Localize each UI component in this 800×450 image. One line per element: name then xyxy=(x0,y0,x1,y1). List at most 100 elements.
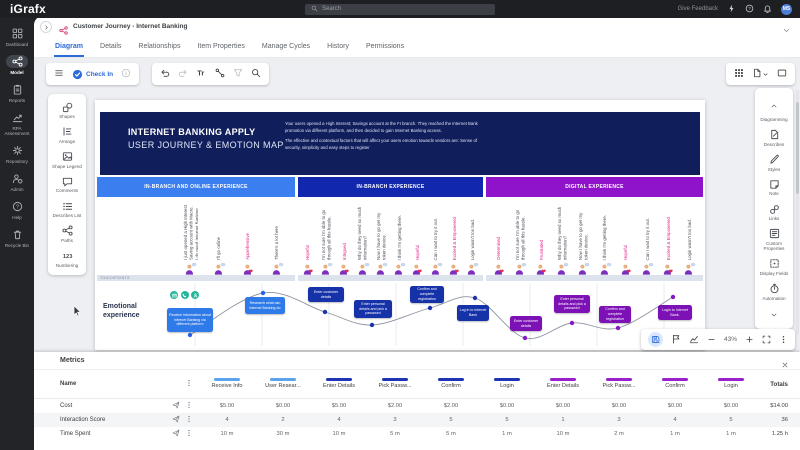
grid-view-button[interactable] xyxy=(734,65,744,83)
collapse-panel-button[interactable] xyxy=(40,21,52,33)
tab-item-properties[interactable]: Item Properties xyxy=(196,38,245,57)
zoom-level[interactable]: 43% xyxy=(724,336,737,343)
tab-relationships[interactable]: Relationships xyxy=(137,38,181,57)
panel-item-describes-list[interactable]: Describes List xyxy=(48,197,86,222)
metric-link-icon[interactable] xyxy=(172,429,180,439)
journey-step-box[interactable]: Research what can internet Banking do xyxy=(245,297,285,314)
check-in-button[interactable]: Check In xyxy=(72,69,113,80)
info-icon[interactable] xyxy=(121,65,131,83)
panel-item-shapes[interactable]: Shapes xyxy=(48,98,86,123)
save-button[interactable] xyxy=(648,332,663,347)
scroll-more-down-icon[interactable] xyxy=(770,305,778,325)
persona[interactable]: Why do they need so much information? xyxy=(555,197,571,275)
persona[interactable]: Now I have to go get my token device. xyxy=(373,197,389,275)
undo-button[interactable] xyxy=(160,65,170,83)
tab-history[interactable]: History xyxy=(326,38,350,57)
persona[interactable]: Now I have to go get my token device. xyxy=(576,197,592,275)
panel-item-automation[interactable]: Automation xyxy=(755,280,793,305)
collapse-up-icon[interactable] xyxy=(770,96,778,116)
sidebar-item-help[interactable]: ?Help xyxy=(0,200,34,220)
panel-item-diagramming[interactable]: Diagramming xyxy=(755,92,793,126)
persona[interactable]: Intrigued xyxy=(337,197,353,275)
panel-item-links[interactable]: Links xyxy=(755,200,793,225)
more-options-button[interactable] xyxy=(779,331,788,349)
journey-step-box[interactable]: Log in to internet Bank xyxy=(457,305,489,321)
zoom-in-button[interactable] xyxy=(745,331,754,349)
connector-tool-button[interactable] xyxy=(215,65,225,83)
journey-step-box[interactable]: Receive information about internet Banki… xyxy=(167,308,213,332)
panel-item-numbering[interactable]: 123Numbering xyxy=(48,247,86,272)
bolt-icon[interactable] xyxy=(727,0,736,18)
row-menu-button[interactable] xyxy=(185,401,193,411)
panel-item-paths[interactable]: Paths xyxy=(48,222,86,247)
phase-bar-2[interactable]: IN-BRANCH EXPERIENCE xyxy=(298,177,483,197)
journey-header-shape[interactable]: INTERNET BANKING APPLY USER JOURNEY & EM… xyxy=(100,112,700,175)
persona[interactable]: Excited & Empowered xyxy=(661,197,677,275)
journey-step-box[interactable]: Confirm and complete registration xyxy=(599,306,631,323)
panel-item-note[interactable]: Note xyxy=(755,175,793,200)
persona[interactable]: I'll go online xyxy=(211,197,227,275)
path-flag-button[interactable] xyxy=(671,331,681,349)
sidebar-item-admin[interactable]: Admin xyxy=(0,172,34,192)
persona[interactable]: Frustrated xyxy=(534,197,550,275)
persona[interactable]: Why do they need so much information? xyxy=(355,197,371,275)
panel-item-display-fields[interactable]: Display Fields xyxy=(755,255,793,280)
persona[interactable]: Determined xyxy=(491,197,507,275)
persona[interactable]: I'm not sure I'm able to go through all … xyxy=(512,197,528,275)
sidebar-item-model[interactable]: Model xyxy=(0,55,34,75)
search-input[interactable]: Search xyxy=(305,4,495,15)
persona[interactable]: Hopeful xyxy=(618,197,634,275)
persona[interactable]: Hopeful xyxy=(410,197,426,275)
journey-step-box[interactable]: Confirm and complete registration xyxy=(410,286,444,303)
phase-bar-1[interactable]: IN-BRANCH AND ONLINE EXPERIENCE xyxy=(97,177,295,197)
persona[interactable]: There's a lot here xyxy=(269,197,285,275)
journey-step-box[interactable]: Enter customer details xyxy=(308,287,344,302)
fit-screen-button[interactable] xyxy=(762,331,771,349)
metric-link-icon[interactable] xyxy=(172,415,180,425)
zoom-search-button[interactable] xyxy=(251,65,261,83)
sidebar-item-dashboard[interactable]: Dashboard xyxy=(0,27,34,47)
filter-button[interactable] xyxy=(233,65,243,83)
persona[interactable]: Excited & Empowered xyxy=(446,197,462,275)
journey-step-box[interactable]: Enter personal details and pick a passwo… xyxy=(554,295,590,313)
sidebar-item-rpa-assessment[interactable]: RPA Assessment xyxy=(0,111,34,136)
menu-hamburger-icon[interactable] xyxy=(54,65,64,83)
user-avatar[interactable]: MS xyxy=(781,4,792,15)
zoom-out-button[interactable] xyxy=(707,331,716,349)
persona[interactable]: I just opened a High Interest Saving acc… xyxy=(182,197,198,275)
give-feedback-link[interactable]: Give Feedback xyxy=(678,6,718,12)
panel-item-describes[interactable]: Describes xyxy=(755,126,793,151)
phase-bar-3[interactable]: DIGITAL EXPERIENCE xyxy=(486,177,703,197)
metric-link-icon[interactable] xyxy=(172,401,180,411)
persona[interactable]: I think I'm getting there. xyxy=(392,197,408,275)
presentation-button[interactable] xyxy=(777,65,787,83)
persona[interactable]: Login wasn't too bad. xyxy=(465,197,481,275)
panel-item-arrange[interactable]: Arrange xyxy=(48,123,86,148)
page-setup-button[interactable] xyxy=(752,65,769,83)
row-menu-button[interactable] xyxy=(185,415,193,425)
notifications-bell-icon[interactable] xyxy=(763,0,772,18)
tab-permissions[interactable]: Permissions xyxy=(365,38,405,57)
persona[interactable]: Apprehensive xyxy=(240,197,256,275)
persona[interactable]: I think I'm getting there. xyxy=(597,197,613,275)
panel-item-comments[interactable]: Comments xyxy=(48,172,86,197)
journey-step-box[interactable]: Enter customer details xyxy=(510,316,542,331)
persona[interactable]: Can I wait to try it out. xyxy=(428,197,444,275)
persona[interactable]: I'm not sure I'm able to go through all … xyxy=(319,197,335,275)
text-format-button[interactable]: Tr xyxy=(196,65,207,83)
persona[interactable]: Hopeful xyxy=(300,197,316,275)
sidebar-item-recycle-bin[interactable]: Recycle Bin xyxy=(0,228,34,248)
sidebar-item-reports[interactable]: Reports xyxy=(0,83,34,103)
journey-step-box[interactable]: Login to Internet Bank. xyxy=(658,305,692,320)
sidebar-item-repository[interactable]: Repository xyxy=(0,144,34,164)
panel-item-styles[interactable]: Styles xyxy=(755,151,793,176)
row-menu-button[interactable] xyxy=(185,429,193,439)
tab-manage-cycles[interactable]: Manage Cycles xyxy=(261,38,311,57)
scrollbar-thumb[interactable] xyxy=(796,102,799,194)
persona[interactable]: Can I wait to try it out. xyxy=(639,197,655,275)
journey-step-box[interactable]: Enter personal details and pick a passwo… xyxy=(354,300,392,318)
metrics-chart-button[interactable] xyxy=(689,331,699,349)
tab-diagram[interactable]: Diagram xyxy=(54,38,84,57)
panel-item-custom-properties[interactable]: Custom Properties xyxy=(755,225,793,255)
column-menu-button[interactable] xyxy=(185,379,193,389)
